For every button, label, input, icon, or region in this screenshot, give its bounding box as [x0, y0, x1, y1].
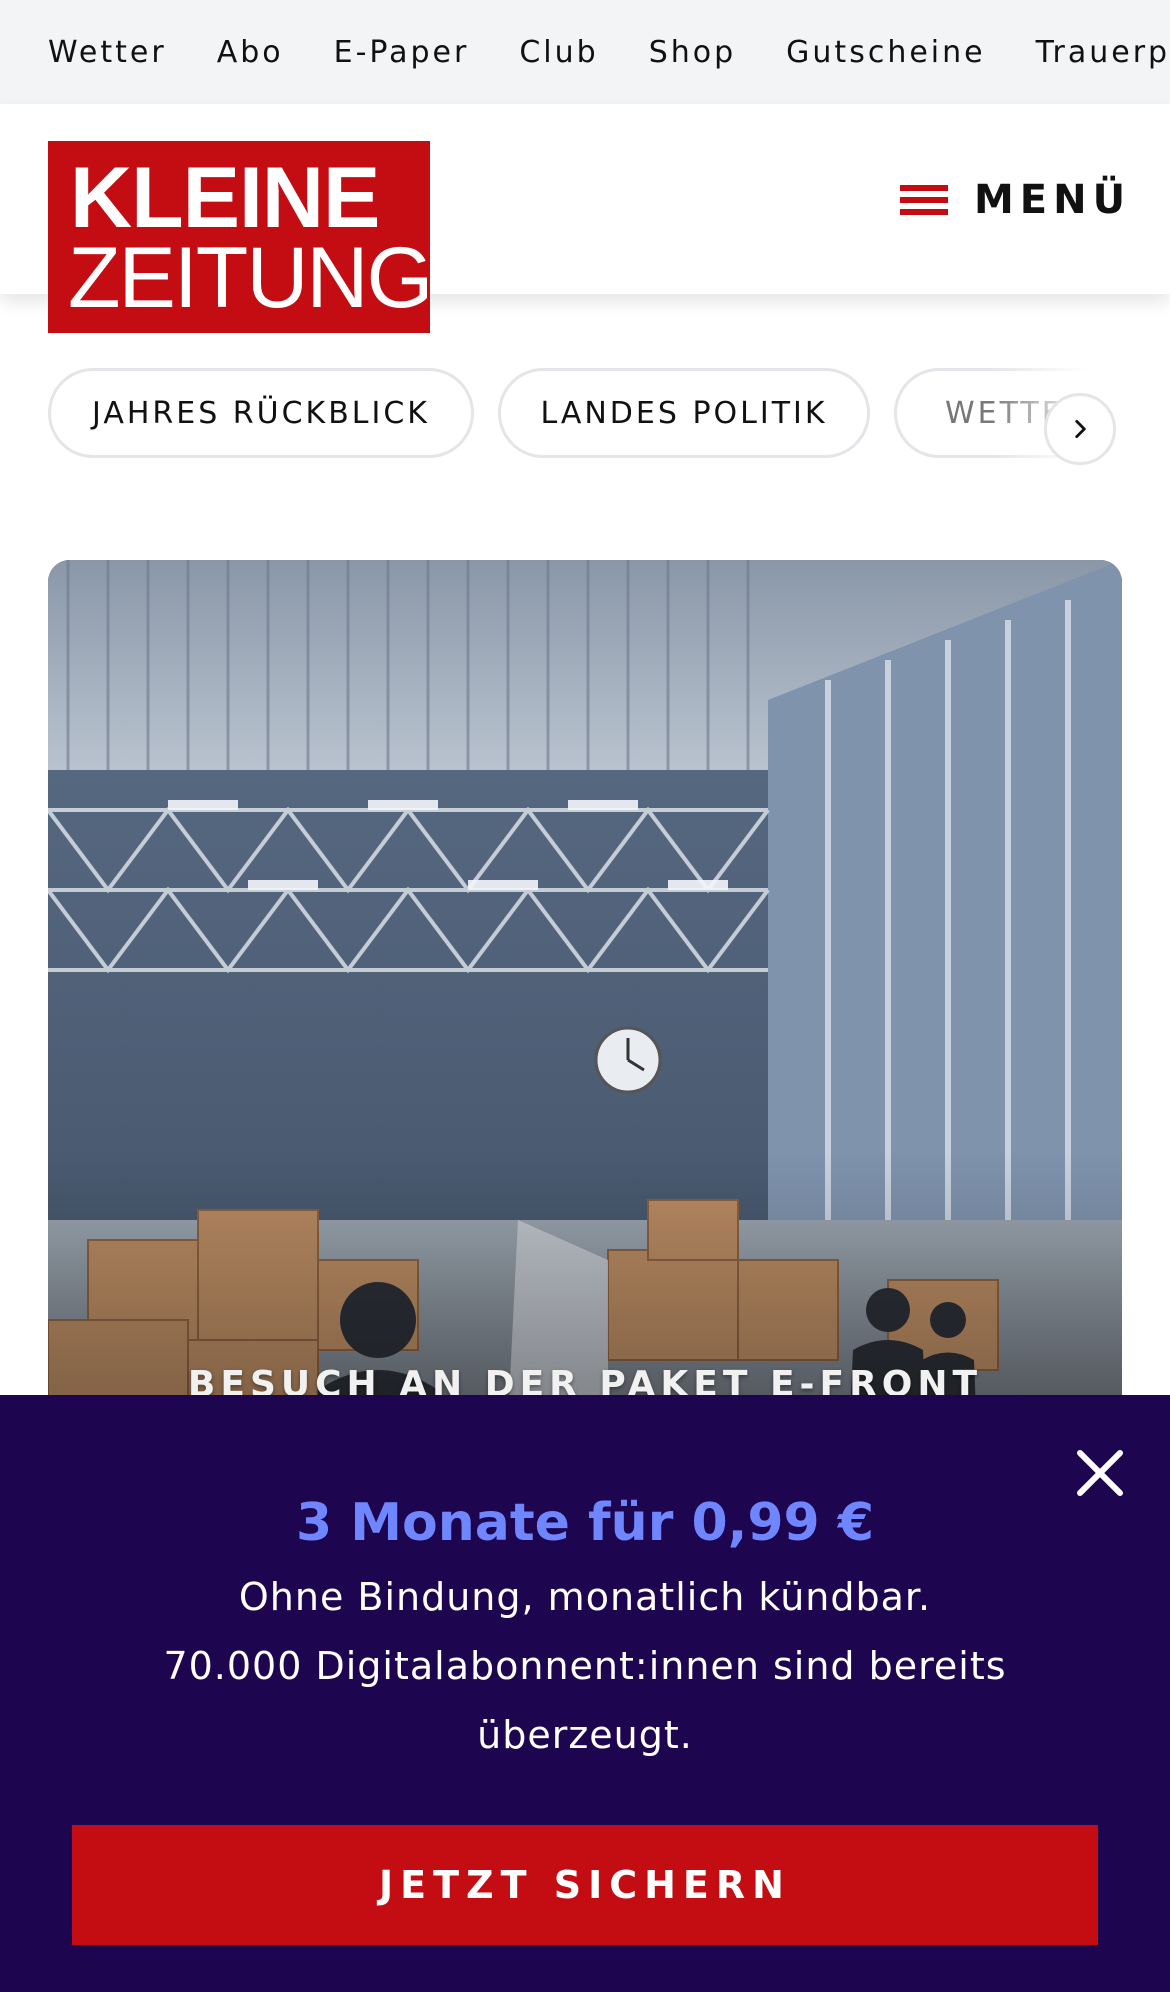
hamburger-icon — [900, 181, 948, 219]
promo-line-3: überzeugt. — [477, 1713, 693, 1757]
nav-item-trauerportal[interactable]: Trauerportal — [1036, 35, 1170, 70]
menu-label: MENÜ — [974, 177, 1132, 223]
nav-item-gutscheine[interactable]: Gutscheine — [786, 35, 985, 70]
chevron-right-icon — [1075, 420, 1086, 438]
site-header: KLEINE ZEITUNG MENÜ — [0, 104, 1170, 333]
category-pill-jahresrueckblick[interactable]: JAHRES RÜCKBLICK — [48, 368, 474, 458]
nav-item-shop[interactable]: Shop — [649, 35, 736, 70]
category-scroll-next-button[interactable] — [1044, 393, 1116, 465]
nav-item-club[interactable]: Club — [519, 35, 598, 70]
subscription-promo-banner: 3 Monate für 0,99 € Ohne Bindung, monatl… — [0, 1395, 1170, 1992]
site-logo[interactable]: KLEINE ZEITUNG — [48, 141, 433, 333]
promo-title: 3 Monate für 0,99 € — [295, 1493, 875, 1553]
category-pill-landespolitik[interactable]: LANDES POLITIK — [498, 368, 870, 458]
logo-line-2: ZEITUNG — [68, 230, 433, 326]
promo-cta-button[interactable]: JETZT SICHERN — [72, 1825, 1098, 1945]
promo-line-1: Ohne Bindung, monatlich kündbar. — [238, 1575, 932, 1619]
nav-item-abo[interactable]: Abo — [217, 35, 284, 70]
hero-article[interactable]: BESUCH AN DER PAKET E-FRONT — [48, 560, 1122, 1540]
promo-line-2: 70.000 Digitalabonnent:innen sind bereit… — [163, 1644, 1007, 1688]
top-utility-nav: Wetter Abo E-Paper Club Shop Gutscheine … — [0, 0, 1170, 104]
menu-button[interactable]: MENÜ — [900, 172, 1131, 228]
nav-item-epaper[interactable]: E-Paper — [334, 35, 470, 70]
nav-item-wetter[interactable]: Wetter — [48, 35, 167, 70]
